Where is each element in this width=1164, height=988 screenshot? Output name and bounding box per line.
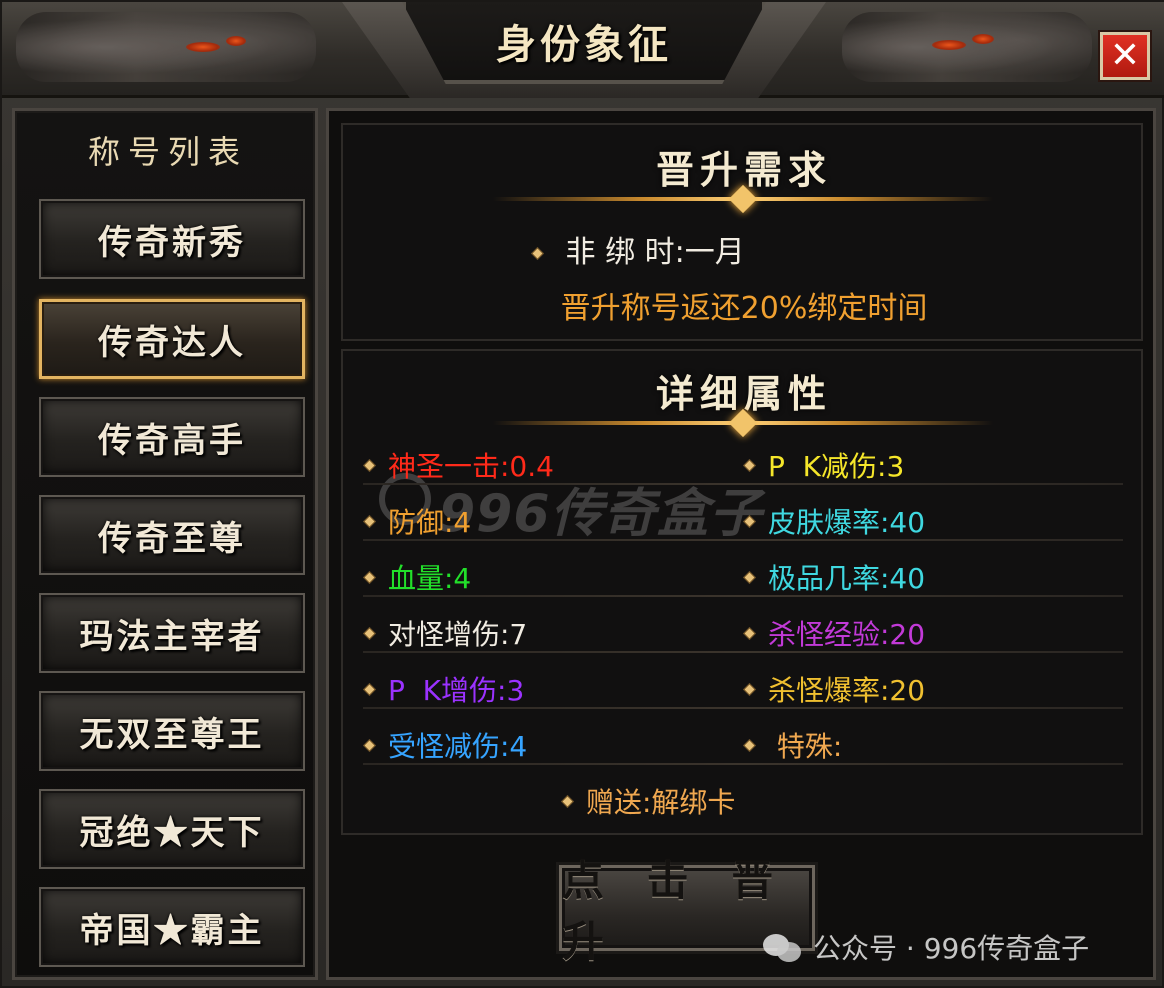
requirement-item: 非 绑 时:一月 — [531, 227, 745, 271]
attr-gift: 赠送:解绑卡 — [561, 781, 735, 821]
diamond-bullet-icon — [363, 682, 376, 696]
attributes-section: 详细属性 996传奇盒子 神圣一击:0.4 防御:4 血量:4 对怪增伤:7 P… — [341, 349, 1143, 835]
title-item-master[interactable]: 传奇高手 — [39, 397, 305, 477]
close-icon: ✕ — [1109, 35, 1141, 76]
attr-holy-strike: 神圣一击:0.4 — [363, 445, 554, 485]
title-list-heading: 称号列表 — [87, 133, 248, 171]
wechat-icon — [763, 932, 803, 962]
row-divider — [363, 595, 1123, 597]
diamond-bullet-icon — [743, 514, 756, 528]
title-list-panel: 称号列表 传奇新秀 传奇达人 传奇高手 传奇至尊 玛法主宰者 无双至尊王 冠绝★… — [12, 108, 318, 980]
title-item-label: 传奇达人 — [98, 322, 246, 363]
attr-skin-drop-rate: 皮肤爆率:40 — [743, 501, 925, 541]
footer-watermark: 公众号 · 996传奇盒子 — [763, 927, 1089, 967]
attr-rare-item-chance: 极品几率:40 — [743, 557, 925, 597]
diamond-bullet-icon — [743, 570, 756, 584]
diamond-bullet-icon — [363, 626, 376, 640]
diamond-bullet-icon — [531, 247, 544, 260]
diamond-bullet-icon — [743, 626, 756, 640]
attr-kill-exp: 杀怪经验:20 — [743, 613, 925, 653]
diamond-bullet-icon — [363, 738, 376, 752]
requirement-text: 非 绑 时:一月 — [565, 235, 745, 270]
requirement-note: 晋升称号返还20%绑定时间 — [560, 291, 928, 326]
title-bar: 身份象征 ✕ — [2, 2, 1164, 98]
title-item-label: 帝国★霸主 — [79, 910, 265, 951]
attr-kill-drop-rate: 杀怪爆率:20 — [743, 669, 925, 709]
title-item-empire-overlord[interactable]: 帝国★霸主 — [39, 887, 305, 967]
attr-hp: 血量:4 — [363, 557, 471, 597]
dragon-ornament-right — [842, 12, 1092, 82]
attr-special: 特殊: — [743, 725, 842, 765]
attr-monster-damage-bonus: 对怪增伤:7 — [363, 613, 527, 653]
title-item-label: 冠绝★天下 — [79, 812, 265, 853]
attr-pk-damage-bonus: P K增伤:3 — [363, 669, 524, 709]
attr-pk-damage-reduction: P K减伤:3 — [743, 445, 904, 485]
row-divider — [363, 539, 1123, 541]
attr-monster-damage-reduction: 受怪减伤:4 — [363, 725, 527, 765]
title-item-mafa-ruler[interactable]: 玛法主宰者 — [39, 593, 305, 673]
title-item-supreme[interactable]: 传奇至尊 — [39, 495, 305, 575]
close-button[interactable]: ✕ — [1100, 32, 1150, 80]
title-item-label: 传奇高手 — [98, 420, 246, 461]
diamond-bullet-icon — [363, 458, 376, 472]
title-item-expert[interactable]: 传奇达人 — [39, 299, 305, 379]
identity-symbol-window: 身份象征 ✕ 称号列表 传奇新秀 传奇达人 传奇高手 传奇至尊 玛法主宰者 无双… — [0, 0, 1164, 988]
detail-panel: 晋升需求 非 绑 时:一月 晋升称号返还20%绑定时间 详细属性 996传奇盒子 — [326, 108, 1156, 980]
diamond-bullet-icon — [363, 570, 376, 584]
attr-defense: 防御:4 — [363, 501, 471, 541]
title-item-label: 玛法主宰者 — [79, 616, 265, 657]
diamond-bullet-icon — [743, 458, 756, 472]
title-item-peerless-king[interactable]: 无双至尊王 — [39, 691, 305, 771]
dragon-ornament-left — [16, 12, 316, 82]
title-item-label: 无双至尊王 — [79, 714, 265, 755]
diamond-bullet-icon — [363, 514, 376, 528]
diamond-bullet-icon — [743, 738, 756, 752]
requirements-section: 晋升需求 非 绑 时:一月 晋升称号返还20%绑定时间 — [341, 123, 1143, 341]
window-title: 身份象征 — [496, 21, 672, 68]
diamond-bullet-icon — [743, 682, 756, 696]
diamond-bullet-icon — [561, 794, 574, 808]
title-item-newcomer[interactable]: 传奇新秀 — [39, 199, 305, 279]
title-item-label: 传奇至尊 — [98, 518, 246, 559]
title-item-label: 传奇新秀 — [98, 222, 246, 263]
title-item-unrivaled[interactable]: 冠绝★天下 — [39, 789, 305, 869]
